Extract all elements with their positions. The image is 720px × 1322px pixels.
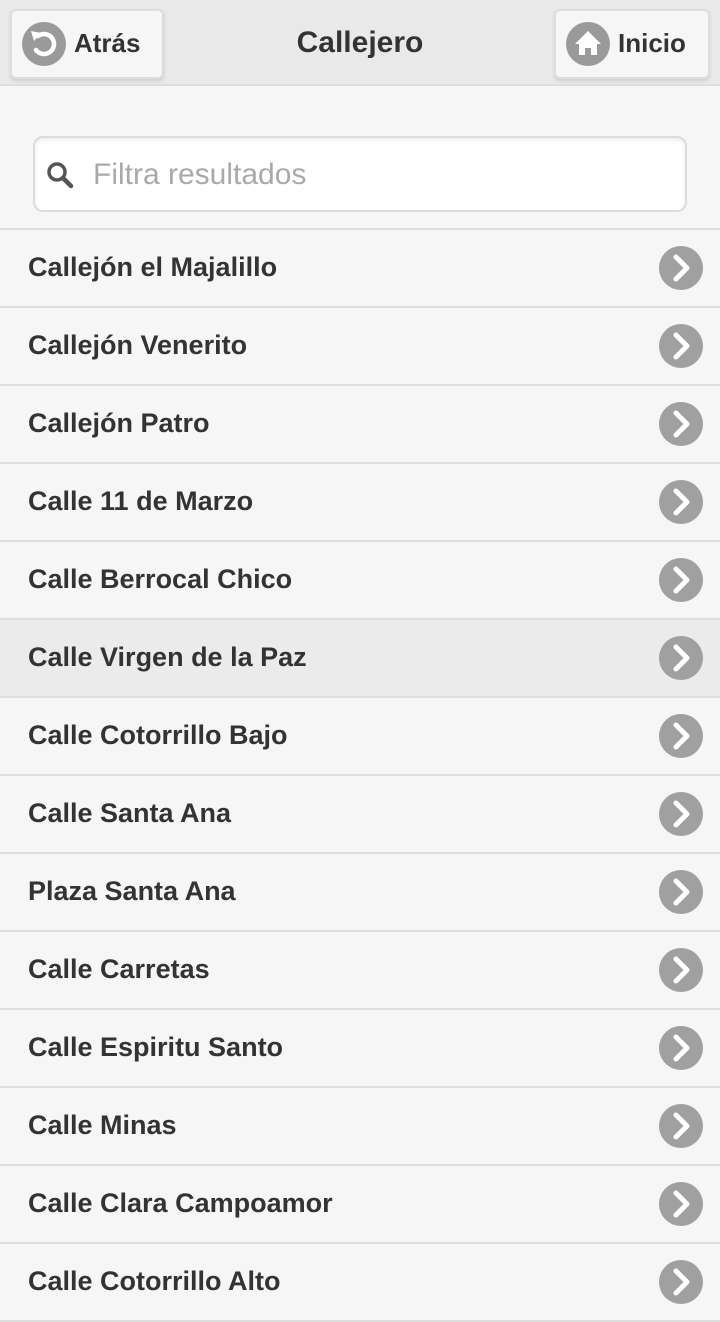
list-item[interactable]: Callejón Venerito (0, 308, 720, 386)
street-name: Calle Cotorrillo Bajo (28, 720, 288, 750)
street-name: Calle Carretas (28, 954, 210, 984)
list-item[interactable]: Calle Espiritu Santo (0, 1010, 720, 1088)
chevron-right-icon (659, 1260, 703, 1304)
list-item[interactable]: Calle Santa Ana (0, 776, 720, 854)
street-name: Calle Santa Ana (28, 798, 232, 828)
chevron-right-icon (659, 246, 703, 290)
home-button-label: Inicio (618, 28, 686, 58)
list-item[interactable]: Calle Berrocal Chico (0, 542, 720, 620)
street-name: Calle Berrocal Chico (28, 564, 293, 594)
chevron-right-icon (659, 792, 703, 836)
chevron-right-icon (659, 1026, 703, 1070)
chevron-right-icon (659, 714, 703, 758)
list-item[interactable]: Calle Cotorrillo Bajo (0, 698, 720, 776)
street-list: Callejón el Majalillo Callejón Venerito Ca… (0, 228, 720, 1322)
search-icon (45, 160, 75, 195)
list-item[interactable]: Calle Cotorrillo Alto (0, 1244, 720, 1322)
street-name: Calle Clara Campoamor (28, 1188, 333, 1218)
list-item[interactable]: Plaza Santa Ana (0, 854, 720, 932)
street-name: Calle 11 de Marzo (28, 486, 254, 516)
list-item[interactable]: Calle 11 de Marzo (0, 464, 720, 542)
list-item[interactable]: Calle Carretas (0, 932, 720, 1010)
list-item[interactable]: Callejón el Majalillo (0, 230, 720, 308)
chevron-right-icon (659, 558, 703, 602)
list-item[interactable]: Calle Minas (0, 1088, 720, 1166)
home-button[interactable]: Inicio (554, 9, 710, 79)
home-icon (566, 22, 610, 66)
search-input[interactable] (91, 148, 675, 202)
chevron-right-icon (659, 636, 703, 680)
chevron-right-icon (659, 324, 703, 368)
chevron-right-icon (659, 480, 703, 524)
street-name: Calle Minas (28, 1110, 177, 1140)
street-name: Plaza Santa Ana (28, 876, 236, 906)
list-item[interactable]: Calle Virgen de la Paz (0, 620, 720, 698)
chevron-right-icon (659, 1182, 703, 1226)
chevron-right-icon (659, 402, 703, 446)
street-name: Calle Cotorrillo Alto (28, 1266, 281, 1296)
search-area (0, 86, 720, 228)
list-item[interactable]: Callejón Patro (0, 386, 720, 464)
chevron-right-icon (659, 948, 703, 992)
chevron-right-icon (659, 1104, 703, 1148)
street-name: Callejón el Majalillo (28, 252, 278, 282)
street-name: Calle Espiritu Santo (28, 1032, 284, 1062)
search-field[interactable] (33, 136, 687, 212)
chevron-right-icon (659, 870, 703, 914)
street-name: Callejón Venerito (28, 330, 248, 360)
top-bar: Atrás Callejero Inicio (0, 0, 720, 86)
street-name: Calle Virgen de la Paz (28, 642, 307, 672)
street-name: Callejón Patro (28, 408, 210, 438)
list-item[interactable]: Calle Clara Campoamor (0, 1166, 720, 1244)
